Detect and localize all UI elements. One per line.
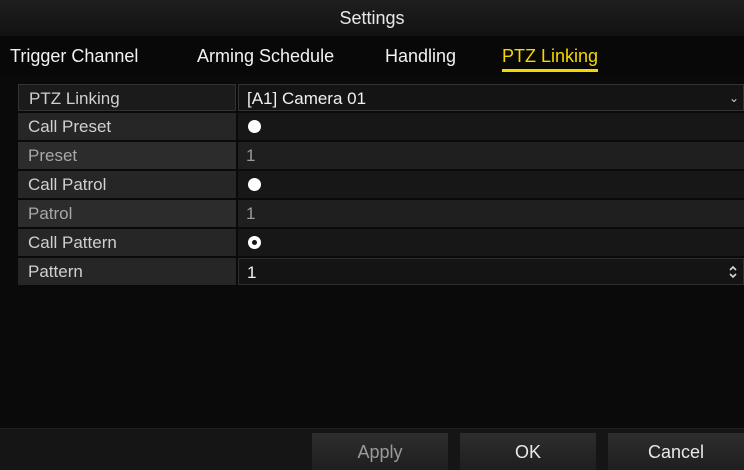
preset-label: Preset (18, 142, 236, 169)
window-title: Settings (0, 0, 744, 36)
ok-button[interactable]: OK (460, 433, 596, 470)
call-pattern-row: Call Pattern (18, 229, 744, 256)
chevron-down-icon: ⌄ (728, 91, 739, 105)
tab-trigger-channel[interactable]: Trigger Channel (10, 44, 138, 72)
call-patrol-radio[interactable] (248, 178, 261, 191)
tab-handling[interactable]: Handling (385, 44, 456, 72)
tab-ptz-linking[interactable]: PTZ Linking (502, 44, 599, 72)
call-patrol-row: Call Patrol (18, 171, 744, 198)
call-patrol-control-cell (238, 171, 744, 198)
cancel-button[interactable]: Cancel (608, 433, 744, 470)
button-bar: Apply OK Cancel (0, 428, 744, 470)
patrol-row: Patrol 1 (18, 200, 744, 227)
camera-select[interactable]: [A1] Camera 01 ⌄ (238, 84, 744, 111)
call-preset-radio[interactable] (248, 120, 261, 133)
spinner-arrows-icon (729, 265, 737, 279)
patrol-label: Patrol (18, 200, 236, 227)
ptz-linking-label: PTZ Linking (18, 84, 236, 111)
preset-value: 1 (238, 142, 744, 169)
call-pattern-label: Call Pattern (18, 229, 236, 256)
pattern-spinner[interactable]: 1 (238, 258, 744, 285)
apply-button[interactable]: Apply (312, 433, 448, 470)
pattern-label: Pattern (18, 258, 236, 285)
ptz-linking-row: PTZ Linking [A1] Camera 01 ⌄ (18, 84, 744, 111)
call-preset-control-cell (238, 113, 744, 140)
call-pattern-radio[interactable] (248, 236, 261, 249)
settings-window: Settings Trigger Channel Arming Schedule… (0, 0, 744, 470)
patrol-value: 1 (238, 200, 744, 227)
call-preset-label: Call Preset (18, 113, 236, 140)
pattern-value: 1 (247, 263, 257, 282)
camera-select-value: [A1] Camera 01 (247, 89, 367, 108)
tab-arming-schedule[interactable]: Arming Schedule (197, 44, 334, 72)
pattern-row: Pattern 1 (18, 258, 744, 285)
call-preset-row: Call Preset (18, 113, 744, 140)
ptz-linking-panel: PTZ Linking [A1] Camera 01 ⌄ Call Preset… (18, 84, 744, 287)
tab-bar: Trigger Channel Arming Schedule Handling… (0, 36, 744, 76)
call-pattern-control-cell (238, 229, 744, 256)
call-patrol-label: Call Patrol (18, 171, 236, 198)
preset-row: Preset 1 (18, 142, 744, 169)
